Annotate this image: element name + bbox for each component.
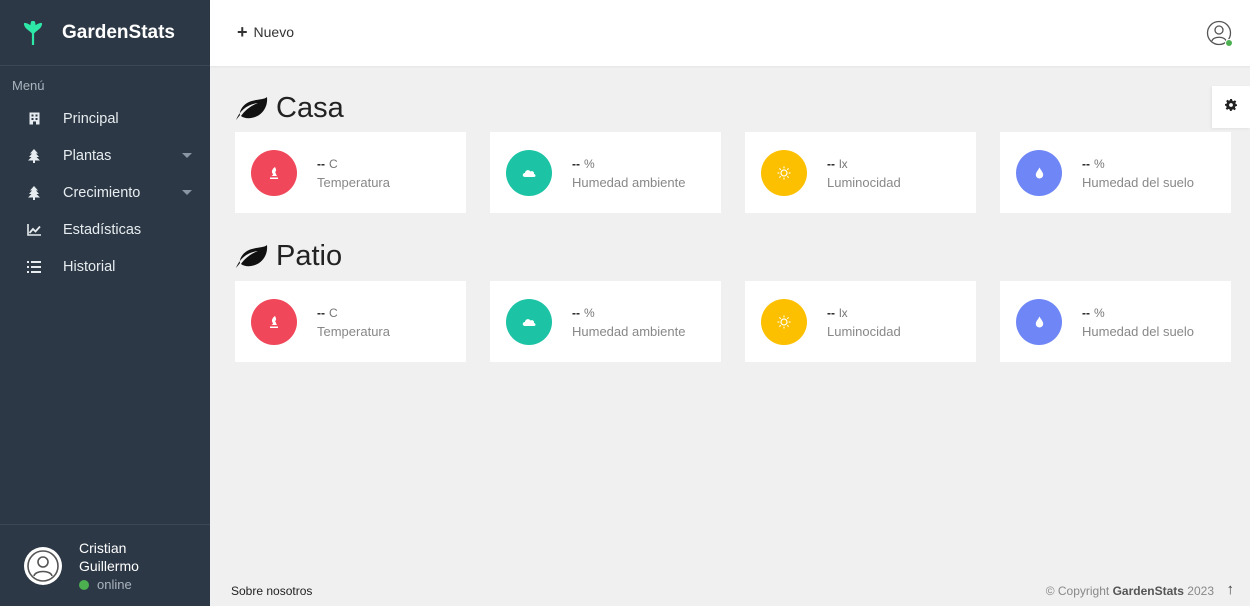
card-value: --	[572, 305, 580, 320]
brand-name: GardenStats	[62, 21, 175, 43]
user-status: online	[97, 577, 132, 592]
thermometer-icon	[251, 298, 297, 345]
tree-icon	[27, 185, 41, 200]
sun-icon	[761, 149, 807, 196]
sidebar-item-label: Plantas	[63, 147, 112, 164]
sidebar-item-label: Estadísticas	[63, 221, 142, 238]
tree-icon	[27, 148, 41, 163]
online-dot-icon	[79, 579, 89, 590]
card-unit: C	[329, 156, 338, 171]
water-drop-icon	[1016, 149, 1062, 196]
card-unit: %	[1094, 305, 1105, 320]
card-unit: %	[1094, 156, 1105, 171]
sidebar-item-estadisticas[interactable]: Estadísticas	[0, 211, 210, 248]
cloud-icon	[506, 298, 552, 345]
sidebar-item-historial[interactable]: Historial	[0, 248, 210, 285]
card-unit: lx	[839, 305, 848, 320]
user-last-name: Guillermo	[79, 558, 139, 574]
section-title-label: Patio	[276, 240, 343, 272]
sidebar-item-plantas[interactable]: Plantas	[0, 137, 210, 174]
card-label: Luminocidad	[827, 174, 901, 190]
list-icon	[27, 260, 41, 274]
building-icon	[27, 112, 41, 126]
card-label: Temperatura	[317, 174, 390, 190]
online-dot-icon	[1225, 39, 1233, 47]
sidebar-item-crecimiento[interactable]: Crecimiento	[0, 174, 210, 211]
card-humedad-ambiente-casa[interactable]: --% Humedad ambiente	[490, 132, 721, 213]
sun-icon	[761, 298, 807, 345]
plus-icon: +	[237, 22, 248, 42]
card-temperatura-patio[interactable]: -- C Temperatura	[235, 281, 466, 362]
card-humedad-ambiente-patio[interactable]: --% Humedad ambiente	[490, 281, 721, 362]
sidebar-item-principal[interactable]: Principal	[0, 100, 210, 137]
about-link[interactable]: Sobre nosotros	[231, 584, 312, 598]
scroll-top-arrow-icon[interactable]: ↑	[1227, 581, 1235, 598]
top-header: + Nuevo	[210, 0, 1250, 66]
card-unit: %	[584, 156, 595, 171]
card-value: --	[827, 156, 835, 171]
card-value: --	[317, 305, 325, 320]
card-label: Humedad ambiente	[572, 323, 686, 339]
section-title-patio: Patio	[234, 240, 342, 273]
new-button[interactable]: + Nuevo	[237, 22, 294, 42]
plant-logo-icon	[24, 20, 42, 45]
section-title-label: Casa	[276, 92, 344, 124]
card-label: Temperatura	[317, 323, 390, 339]
user-first-name: Cristian	[79, 540, 127, 556]
card-unit: C	[329, 305, 338, 320]
water-drop-icon	[1016, 298, 1062, 345]
card-humedad-suelo-casa[interactable]: --% Humedad del suelo	[1000, 132, 1231, 213]
card-value: --	[317, 156, 325, 171]
card-unit: %	[584, 305, 595, 320]
settings-button[interactable]	[1212, 86, 1250, 128]
card-value: --	[572, 156, 580, 171]
card-label: Luminocidad	[827, 323, 901, 339]
sidebar-item-label: Historial	[63, 258, 116, 275]
menu-title: Menú	[12, 78, 45, 93]
card-label: Humedad del suelo	[1082, 174, 1195, 190]
chevron-down-icon[interactable]	[182, 190, 192, 195]
gear-icon	[1225, 98, 1237, 116]
thermometer-icon	[251, 149, 297, 196]
user-avatar-icon	[24, 546, 62, 585]
card-value: --	[1082, 305, 1090, 320]
leaf-icon	[234, 96, 268, 122]
header-user-icon[interactable]	[1206, 20, 1233, 47]
card-label: Humedad ambiente	[572, 174, 686, 190]
card-unit: lx	[839, 156, 848, 171]
card-humedad-suelo-patio[interactable]: --% Humedad del suelo	[1000, 281, 1231, 362]
sidebar: GardenStats Menú Principal Plantas Creci…	[0, 0, 210, 606]
card-label: Humedad del suelo	[1082, 323, 1195, 339]
new-button-label: Nuevo	[253, 24, 294, 40]
user-panel[interactable]: Cristian Guillermo online	[0, 524, 210, 606]
sidebar-item-label: Crecimiento	[63, 184, 141, 201]
card-luminocidad-patio[interactable]: -- lx Luminocidad	[745, 281, 976, 362]
chart-line-icon	[27, 223, 41, 237]
section-title-casa: Casa	[234, 92, 344, 125]
card-value: --	[827, 305, 835, 320]
card-luminocidad-casa[interactable]: -- lx Luminocidad	[745, 132, 976, 213]
copyright-text: © Copyright GardenStats 2023	[1045, 584, 1214, 598]
card-temperatura-casa[interactable]: -- C Temperatura	[235, 132, 466, 213]
footer: Sobre nosotros © Copyright GardenStats 2…	[210, 574, 1250, 606]
card-value: --	[1082, 156, 1090, 171]
chevron-down-icon[interactable]	[182, 153, 192, 158]
sidebar-item-label: Principal	[63, 110, 119, 127]
cloud-icon	[506, 149, 552, 196]
brand[interactable]: GardenStats	[0, 0, 210, 66]
leaf-icon	[234, 244, 268, 270]
